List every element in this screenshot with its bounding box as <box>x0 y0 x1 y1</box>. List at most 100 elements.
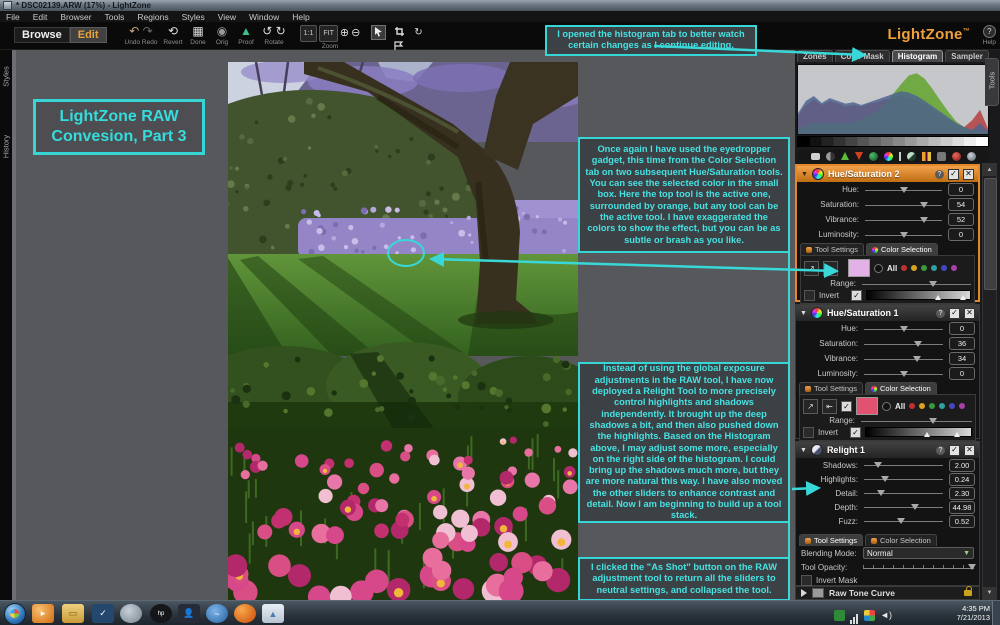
email-app-taskbar-icon[interactable] <box>120 604 142 623</box>
slider-thumb[interactable] <box>920 217 928 223</box>
slider-thumb[interactable] <box>929 281 937 287</box>
taskbar-clock[interactable]: 4:35 PM 7/21/2013 <box>957 604 990 622</box>
all-radio[interactable] <box>874 264 883 273</box>
tool-opacity-slider[interactable] <box>863 562 974 572</box>
tools-vertical-tab[interactable]: Tools <box>985 58 999 106</box>
tab-tool-settings[interactable]: Tool Settings <box>800 243 864 255</box>
yellow-dot[interactable] <box>919 403 925 409</box>
tab-tool-settings[interactable]: Tool Settings <box>799 534 863 546</box>
menu-edit[interactable]: Edit <box>33 12 48 22</box>
slider-thumb[interactable] <box>968 564 976 570</box>
cyan-dot[interactable] <box>939 403 945 409</box>
tab-history[interactable]: History <box>2 125 11 169</box>
volume-icon[interactable]: ◄) <box>880 610 892 620</box>
tab-color-selection[interactable]: Color Selection <box>865 382 937 394</box>
slider-thumb[interactable] <box>881 476 889 482</box>
slider-value[interactable]: 44.98 <box>949 501 975 514</box>
tool-stack-scrollbar[interactable]: ▲ ▼ <box>982 163 997 600</box>
blue-dot[interactable] <box>949 403 955 409</box>
slider-thumb[interactable] <box>900 232 908 238</box>
luminosity-mask-checkbox[interactable]: ✓ <box>851 290 862 301</box>
slider-value[interactable]: 0 <box>949 367 975 380</box>
tab-sampler[interactable]: Sampler <box>945 50 989 62</box>
slider-value[interactable]: 54 <box>948 198 974 211</box>
start-button[interactable] <box>4 603 26 625</box>
highlights-slider[interactable] <box>864 474 943 484</box>
shadows-slider[interactable] <box>864 460 943 470</box>
saturation-slider[interactable] <box>865 200 942 210</box>
contacts-app-taskbar-icon[interactable]: 👤 <box>178 604 200 623</box>
green-dot[interactable] <box>921 265 927 271</box>
rotate-right-icon[interactable]: ↻ <box>276 24 286 38</box>
photo-image[interactable] <box>228 62 578 600</box>
slider-value[interactable]: 0 <box>948 228 974 241</box>
zoom-in-icon[interactable]: ⊕ <box>340 27 349 39</box>
collapse-icon[interactable]: ▼ <box>801 171 808 178</box>
slider-value[interactable]: 2.00 <box>949 459 975 472</box>
slider-value[interactable]: 34 <box>949 352 975 365</box>
tool-help-icon[interactable]: ? <box>936 446 945 455</box>
hue-slider[interactable] <box>864 324 943 334</box>
media-player-taskbar-icon[interactable]: ▸ <box>32 604 54 623</box>
tab-color-mask[interactable]: Color Mask <box>835 50 890 62</box>
hue-saturation-1-header[interactable]: ▼ Hue/Saturation 1 ? ✓ ✕ <box>796 305 979 321</box>
blending-mode-select[interactable]: Normal▼ <box>863 547 974 559</box>
range-slider[interactable] <box>861 416 972 426</box>
browser-app-taskbar-icon[interactable]: ~ <box>206 604 228 623</box>
firefox-taskbar-icon[interactable] <box>234 604 256 623</box>
checkmark-app-taskbar-icon[interactable]: ✓ <box>92 604 114 623</box>
red-dot[interactable] <box>909 403 915 409</box>
menu-file[interactable]: File <box>6 12 20 22</box>
scroll-down-icon[interactable]: ▼ <box>983 587 996 599</box>
tab-color-selection[interactable]: Color Selection <box>865 534 937 546</box>
tool-enabled-checkbox[interactable]: ✓ <box>948 169 959 180</box>
slider-thumb[interactable] <box>897 518 905 524</box>
expand-icon[interactable] <box>801 589 807 597</box>
hue-saturation-2-header[interactable]: ▼ Hue/Saturation 2 ? ✓ ✕ <box>797 166 978 182</box>
selected-color-swatch[interactable] <box>848 259 870 277</box>
rotate-tool-icon[interactable] <box>967 152 976 161</box>
invert-mask-checkbox[interactable] <box>801 575 812 586</box>
yellow-dot[interactable] <box>911 265 917 271</box>
show-desktop-button[interactable] <box>992 601 1000 625</box>
slider-thumb[interactable] <box>877 490 885 496</box>
green-dot[interactable] <box>929 403 935 409</box>
slider-value[interactable]: 52 <box>948 213 974 226</box>
collapse-icon[interactable]: ▼ <box>800 447 807 454</box>
scroll-up-icon[interactable]: ▲ <box>983 164 996 176</box>
scrollbar-thumb[interactable] <box>984 178 997 290</box>
blue-dot[interactable] <box>941 265 947 271</box>
luminosity-range-strip[interactable] <box>866 290 971 300</box>
crop-mode-icon[interactable] <box>393 26 406 39</box>
tool-close-icon[interactable]: ✕ <box>963 169 974 180</box>
luminosity-slider[interactable] <box>864 369 943 379</box>
relight-1-header[interactable]: ▼ Relight 1 ? ✓ ✕ <box>796 442 979 458</box>
menu-help[interactable]: Help <box>292 12 309 22</box>
tool-enabled-checkbox[interactable]: ✓ <box>949 308 960 319</box>
slider-thumb[interactable] <box>911 504 919 510</box>
menu-browser[interactable]: Browser <box>60 12 91 22</box>
zonemapper-icon[interactable] <box>811 153 820 160</box>
all-radio[interactable] <box>882 402 891 411</box>
help-icon[interactable]: ? <box>983 25 996 38</box>
saturation-slider[interactable] <box>864 339 943 349</box>
rotate-mode-icon[interactable]: ↻ <box>412 26 425 39</box>
tool-close-icon[interactable]: ✕ <box>964 308 975 319</box>
tab-color-selection[interactable]: Color Selection <box>866 243 938 255</box>
slider-thumb[interactable] <box>874 462 882 468</box>
invert-checkbox[interactable] <box>803 427 814 438</box>
menu-styles[interactable]: Styles <box>182 12 205 22</box>
color-balance-icon[interactable] <box>884 152 893 161</box>
menu-regions[interactable]: Regions <box>137 12 168 22</box>
luminosity-mask-checkbox[interactable]: ✓ <box>850 427 861 438</box>
tool-help-icon[interactable]: ? <box>935 170 944 179</box>
hp-app-taskbar-icon[interactable]: hp <box>150 604 172 623</box>
tray-remote-icon[interactable] <box>834 610 845 621</box>
magenta-dot[interactable] <box>951 265 957 271</box>
edit-button[interactable]: Edit <box>70 27 107 43</box>
spot-icon[interactable] <box>899 152 901 161</box>
slider-thumb[interactable] <box>914 341 922 347</box>
tab-zones[interactable]: Zones <box>797 50 833 62</box>
collapse-icon[interactable]: ▼ <box>800 310 807 317</box>
eyedropper-icon[interactable]: ↗ <box>804 261 819 276</box>
